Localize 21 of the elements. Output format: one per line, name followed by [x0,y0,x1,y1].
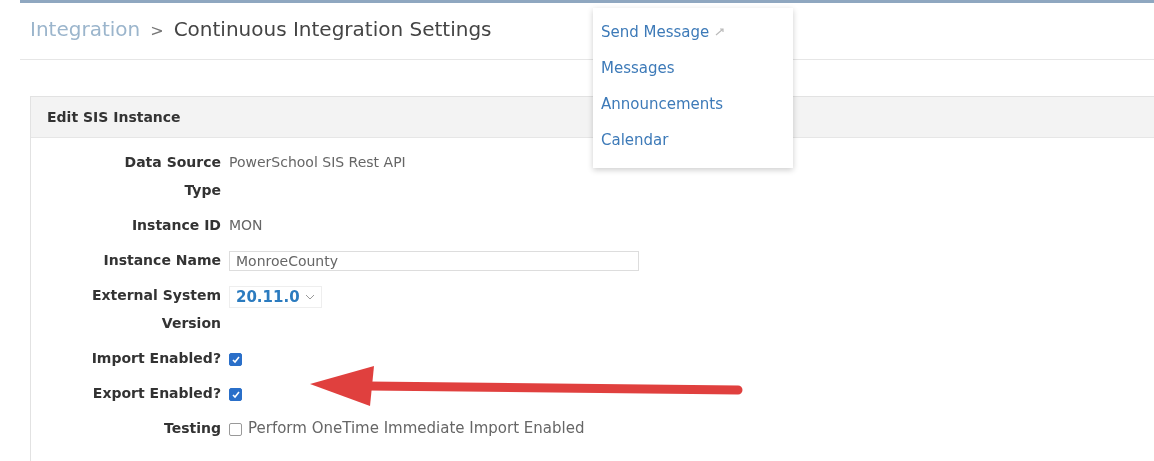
checkbox[interactable] [229,353,242,366]
checkbox-label: Perform OneTime Immediate Import Enabled [248,419,585,437]
field-label: Testing [163,419,221,438]
menu-item[interactable]: Send Message [593,14,793,50]
external-link-icon [715,28,726,36]
caret-icon [304,294,315,300]
breadcrumb-separator: > [150,21,164,40]
checkbox[interactable] [229,423,242,436]
field-label: Export Enabled? [91,384,221,403]
field-value: MON [229,216,263,234]
menu-item[interactable]: Messages [593,50,793,86]
field-label: Instance Name [102,251,221,270]
field-label: External System Version [91,286,221,333]
field-label: Data Source Type [123,153,221,200]
instance-name-field[interactable]: MonroeCounty [229,251,639,271]
field-value: PowerSchool SIS Rest API [229,153,406,171]
version-select[interactable]: 20.11.0 [229,286,322,308]
field-label: Import Enabled? [91,349,221,368]
checkbox[interactable] [229,388,242,401]
field-label: Instance ID [130,216,221,235]
page-title: Continuous Integration Settings [173,17,492,41]
